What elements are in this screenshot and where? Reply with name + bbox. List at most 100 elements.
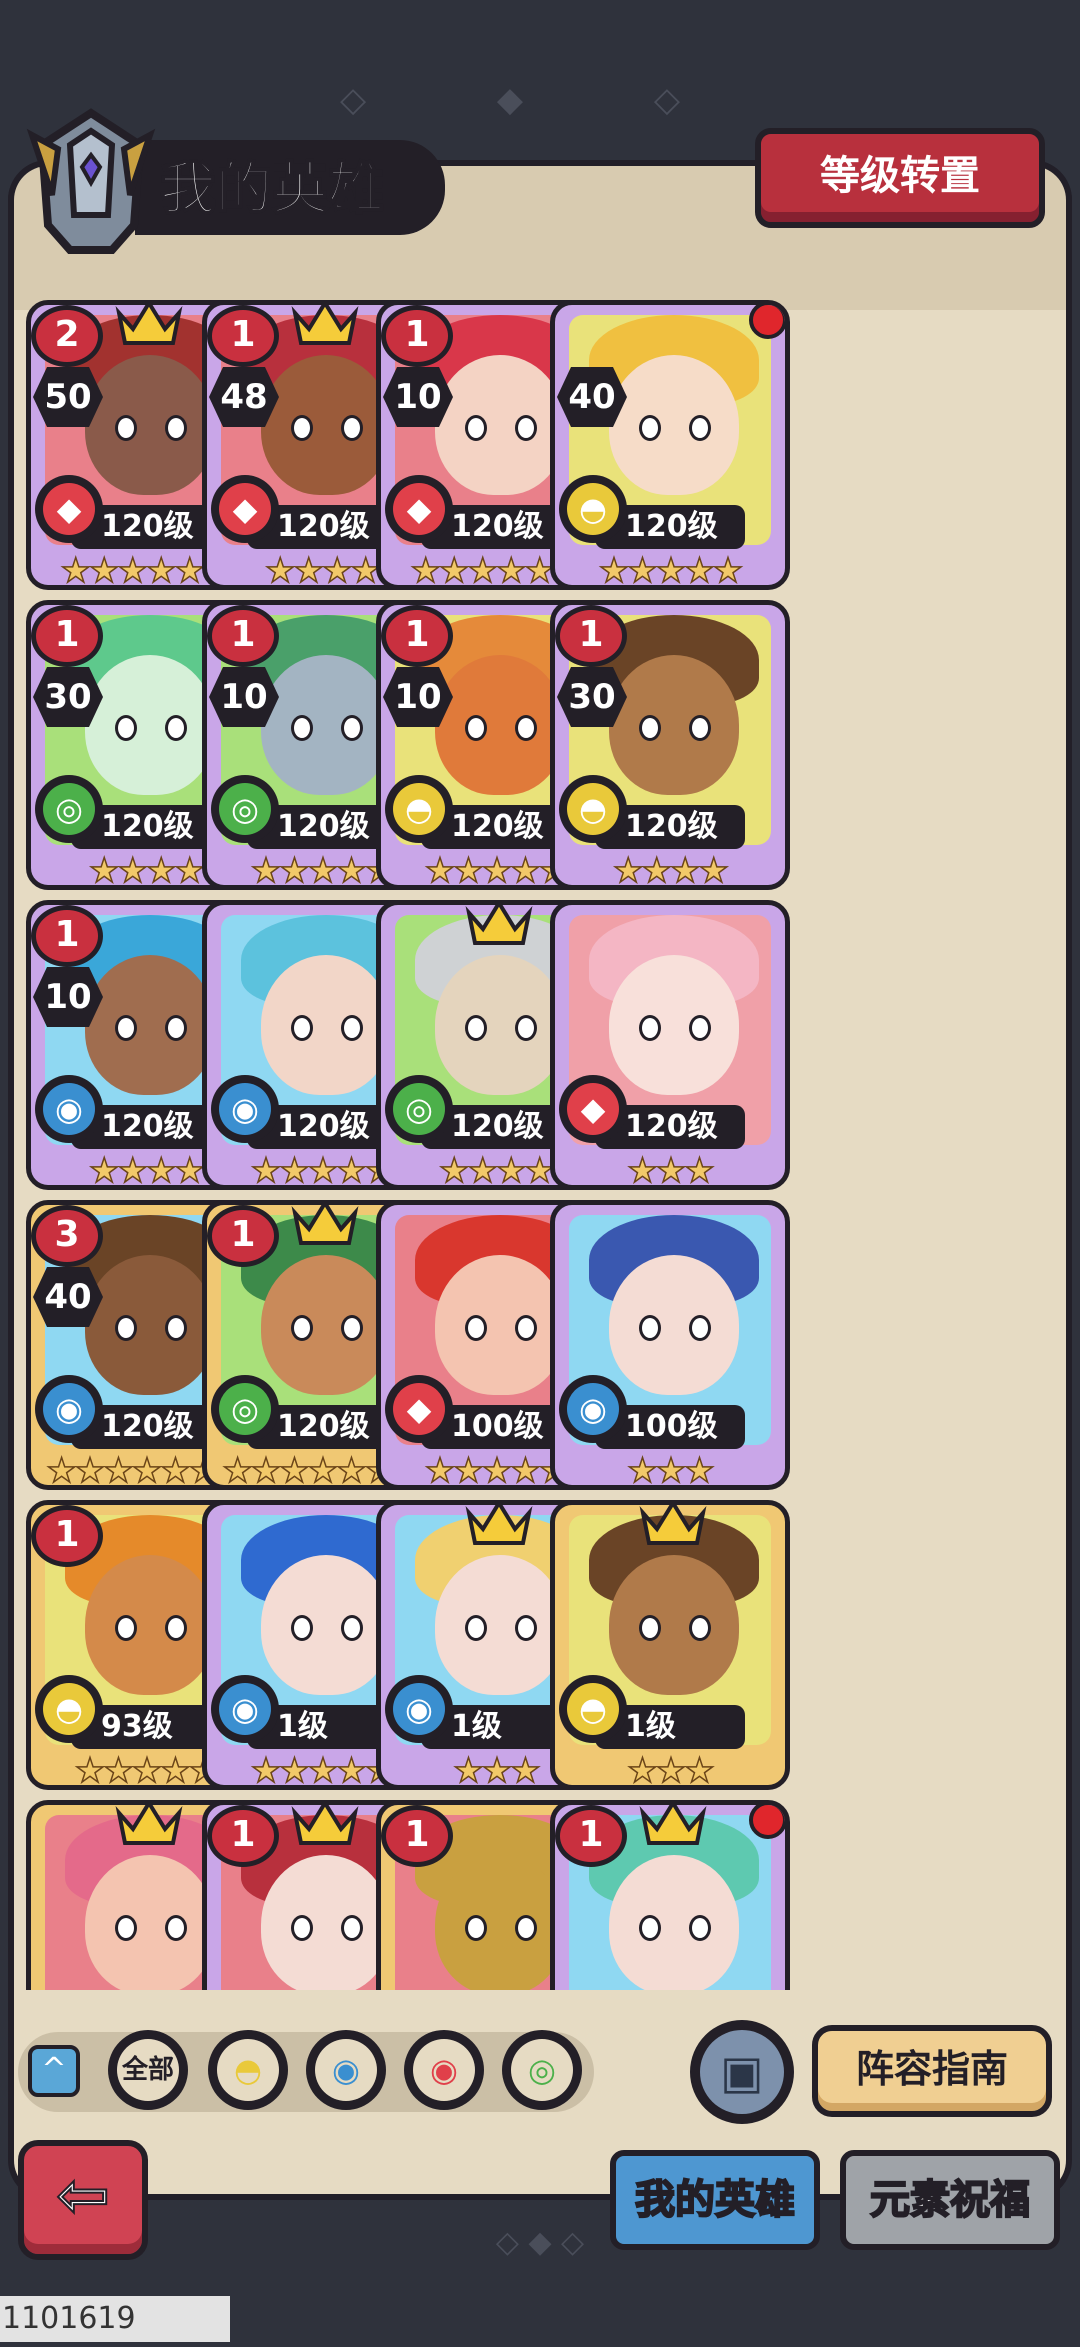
- hero-level: 120级: [451, 509, 544, 544]
- rank-value: 1: [578, 614, 604, 655]
- floppy-disk-icon: ▣: [700, 2030, 784, 2114]
- star-count-badge: 48: [209, 367, 279, 427]
- filter-water-button[interactable]: ◉: [306, 2030, 386, 2110]
- crown-icon: [639, 1505, 707, 1545]
- hero-face: [85, 1855, 215, 1990]
- element-glyph: ◉: [567, 1383, 619, 1435]
- rank-badge: 2: [31, 305, 103, 367]
- rank-value: 1: [230, 1214, 256, 1255]
- wind-element-icon: ◎: [385, 1075, 453, 1143]
- crown-icon: [291, 305, 359, 345]
- rank-badge: 1: [381, 305, 453, 367]
- rank-value: 1: [404, 1814, 430, 1855]
- filter-all-button[interactable]: 全部: [108, 2030, 188, 2110]
- hero-card[interactable]: 120级 ◓ ★★★★ 1 30: [550, 600, 790, 890]
- hero-eye: [689, 1315, 711, 1341]
- hero-level: 120级: [101, 1409, 194, 1444]
- hero-face: [85, 955, 215, 1095]
- hero-face: [435, 1855, 565, 1990]
- rank-value: 1: [230, 314, 256, 355]
- hero-level: 120级: [101, 509, 194, 544]
- hero-eye: [115, 415, 137, 441]
- hero-level: 120级: [277, 509, 370, 544]
- hero-card[interactable]: 120级 ◓ ★★★★★ 40: [550, 300, 790, 590]
- rank-badge: 1: [381, 605, 453, 667]
- hero-eye: [689, 1615, 711, 1641]
- notification-dot: [749, 1805, 785, 1839]
- notification-dot: [749, 305, 785, 339]
- hero-card[interactable]: 100级 ◉ ★★★: [550, 1200, 790, 1490]
- star-count-value: 10: [394, 377, 442, 417]
- hero-eye: [639, 715, 661, 741]
- water-element-icon: ◉: [385, 1675, 453, 1743]
- rank-value: 1: [54, 614, 80, 655]
- star-rating: ★★★: [627, 1451, 716, 1490]
- filter-fire-button[interactable]: ◉: [404, 2030, 484, 2110]
- hero-eye: [465, 715, 487, 741]
- hero-face: [261, 355, 391, 495]
- element-glyph: ◎: [43, 783, 95, 835]
- rank-value: 1: [404, 314, 430, 355]
- fire-element-icon: ◆: [559, 1075, 627, 1143]
- element-glyph: ◉: [43, 1083, 95, 1135]
- hero-eye: [639, 1315, 661, 1341]
- rank-badge: 1: [31, 605, 103, 667]
- hero-eye: [515, 1915, 537, 1941]
- hero-eye: [291, 1315, 313, 1341]
- hero-card[interactable]: 120级 ◆ ★★★: [550, 900, 790, 1190]
- element-glyph: ◆: [43, 483, 95, 535]
- hero-eye: [165, 1915, 187, 1941]
- hero-eye: [115, 1015, 137, 1041]
- hero-grid: 120级 ◆ ★★★★★★ 2 50 120级 ◆ ★★★★ 1 48 120级 ◆ ★★★★★★ 1 10…: [22, 300, 1062, 1990]
- hero-face: [261, 1555, 391, 1695]
- hero-eye: [689, 1015, 711, 1041]
- hero-face: [85, 1255, 215, 1395]
- hero-face: [85, 655, 215, 795]
- save-lineup-button[interactable]: ▣: [690, 2020, 794, 2124]
- filter-earth-button[interactable]: ◓: [208, 2030, 288, 2110]
- star-count-badge: 10: [209, 667, 279, 727]
- hero-face: [435, 955, 565, 1095]
- hero-eye: [515, 1315, 537, 1341]
- star-count-badge: 50: [33, 367, 103, 427]
- hero-eye: [165, 1015, 187, 1041]
- hero-level: 120级: [625, 1109, 718, 1144]
- water-element-icon: ◉: [211, 1675, 279, 1743]
- star-count-badge: 30: [33, 667, 103, 727]
- filter-all-label: 全部: [117, 2039, 179, 2101]
- hero-eye: [689, 715, 711, 741]
- wind-element-icon: ◎: [211, 775, 279, 843]
- hero-card[interactable]: 1级 ◓ ★★★: [550, 1500, 790, 1790]
- hero-eye: [515, 415, 537, 441]
- crown-icon: [115, 1805, 183, 1845]
- hero-eye: [465, 1015, 487, 1041]
- filter-wind-button[interactable]: ◎: [502, 2030, 582, 2110]
- hero-card[interactable]: 1: [550, 1800, 790, 1990]
- fire-element-icon: ◉: [413, 2039, 475, 2101]
- lineup-guide-label: 阵容指南: [855, 2047, 1008, 2091]
- element-glyph: ◓: [393, 783, 445, 835]
- rank-badge: 3: [31, 1205, 103, 1267]
- level-transfer-button[interactable]: 等级转置: [755, 128, 1045, 228]
- hero-eye: [689, 415, 711, 441]
- lineup-guide-button[interactable]: 阵容指南: [812, 2025, 1052, 2117]
- rank-value: 1: [404, 614, 430, 655]
- star-count-badge: 10: [383, 667, 453, 727]
- water-element-icon: ◉: [559, 1375, 627, 1443]
- hero-eye: [291, 1615, 313, 1641]
- star-count-badge: 10: [33, 967, 103, 1027]
- rank-value: 1: [54, 914, 80, 955]
- hero-eye: [515, 1015, 537, 1041]
- collapse-chevron-button[interactable]: ^: [28, 2045, 80, 2097]
- water-element-icon: ◉: [35, 1375, 103, 1443]
- hero-eye: [341, 415, 363, 441]
- hero-face: [609, 1555, 739, 1695]
- element-glyph: ◆: [219, 483, 271, 535]
- hero-eye: [291, 1915, 313, 1941]
- hero-eye: [341, 715, 363, 741]
- hero-eye: [115, 1315, 137, 1341]
- star-count-badge: 30: [557, 667, 627, 727]
- star-count-badge: 40: [33, 1267, 103, 1327]
- hero-eye: [465, 1615, 487, 1641]
- earth-element-icon: ◓: [559, 475, 627, 543]
